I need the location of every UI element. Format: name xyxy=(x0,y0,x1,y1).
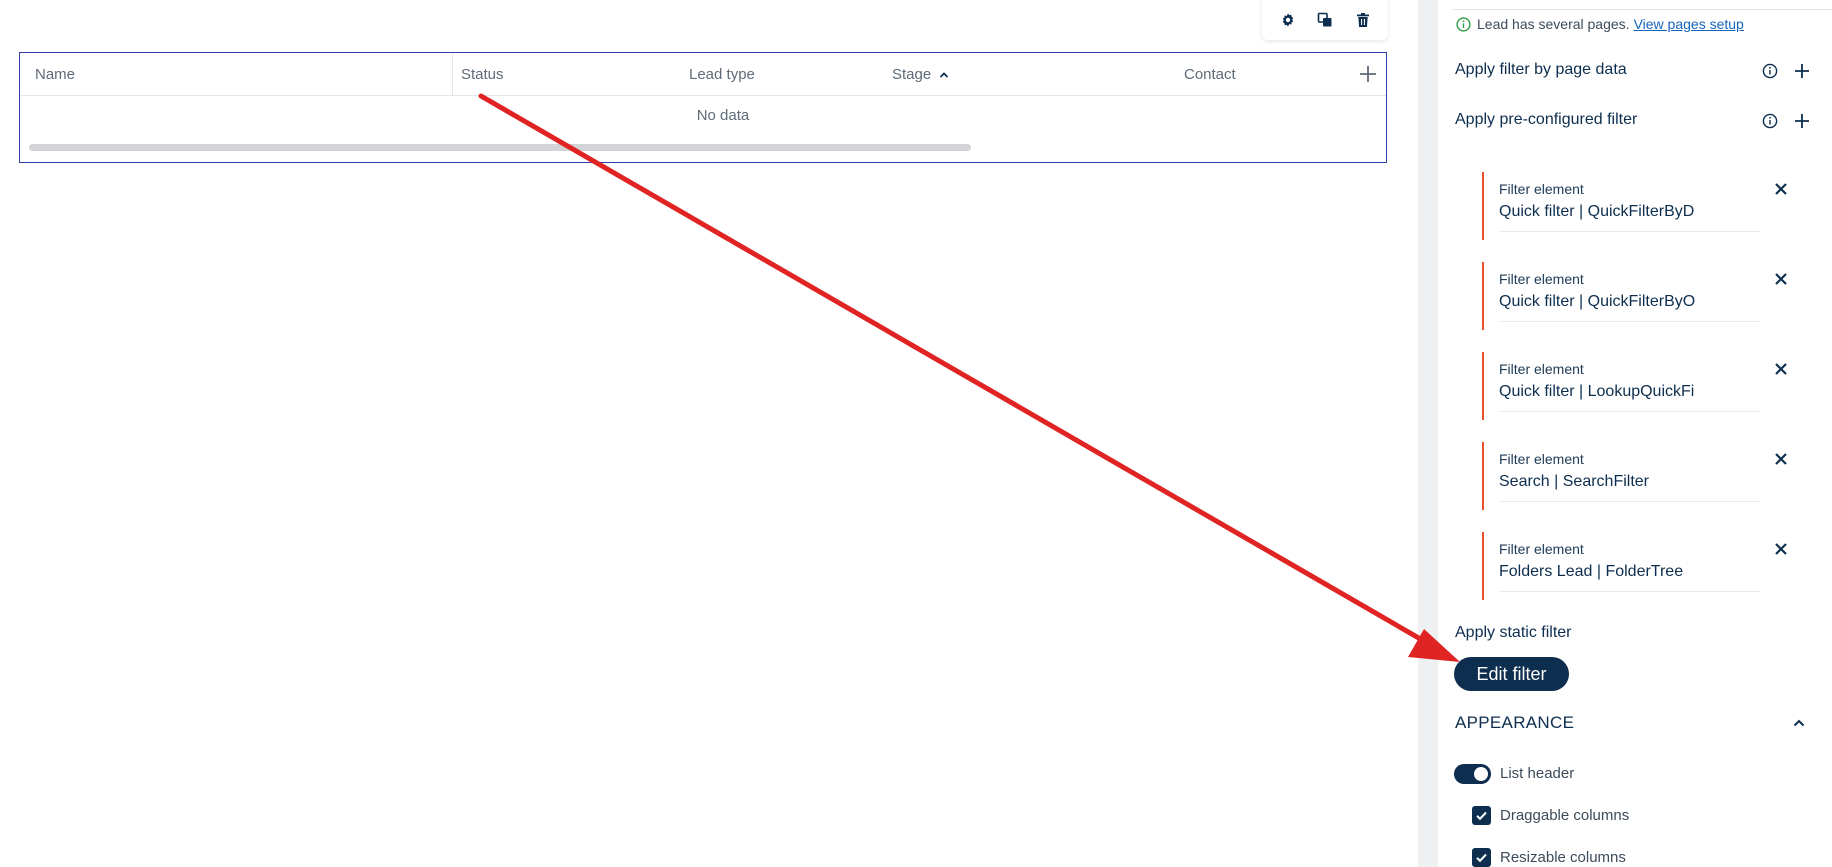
column-header-lead-type[interactable]: Lead type xyxy=(689,53,755,96)
info-icon[interactable] xyxy=(1760,61,1780,81)
horizontal-scrollbar[interactable] xyxy=(29,144,971,151)
filter-element-underline xyxy=(1499,321,1760,322)
filter-element-label: Filter element xyxy=(1499,361,1584,377)
filter-element-underline xyxy=(1499,591,1760,592)
list-grid[interactable]: Name Status Lead type Stage Contact No d… xyxy=(19,52,1387,163)
remove-filter-icon[interactable] xyxy=(1772,360,1790,378)
column-header-status[interactable]: Status xyxy=(461,53,504,96)
filter-element-accent xyxy=(1482,532,1484,600)
panel-top-divider xyxy=(1452,0,1832,10)
chevron-up-icon[interactable] xyxy=(1790,714,1808,732)
filter-element-item[interactable]: Filter element Quick filter | LookupQuic… xyxy=(1482,352,1822,420)
settings-panel: Lead has several pages. View pages setup… xyxy=(1438,0,1832,867)
add-preconfigured-filter-icon[interactable] xyxy=(1792,111,1812,131)
preconfigured-filter-label: Apply pre-configured filter xyxy=(1455,111,1638,128)
panel-divider xyxy=(1418,0,1438,867)
remove-filter-icon[interactable] xyxy=(1772,540,1790,558)
draggable-columns-label: Draggable columns xyxy=(1500,807,1630,824)
draggable-columns-checkbox[interactable] xyxy=(1472,806,1491,825)
edit-filter-button[interactable]: Edit filter xyxy=(1454,657,1569,691)
info-green-icon xyxy=(1456,16,1471,32)
toggle-knob xyxy=(1474,767,1488,781)
filter-element-accent xyxy=(1482,442,1484,510)
add-column-icon[interactable] xyxy=(1356,62,1380,86)
filter-element-underline xyxy=(1499,411,1760,412)
filter-by-page-data-actions xyxy=(1760,61,1812,81)
grid-header: Name Status Lead type Stage Contact xyxy=(20,53,1386,96)
filter-element-accent xyxy=(1482,172,1484,240)
list-header-label: List header xyxy=(1500,765,1575,782)
filter-element-accent xyxy=(1482,262,1484,330)
designer-canvas: Name Status Lead type Stage Contact No d… xyxy=(0,0,1418,867)
sort-ascending-icon xyxy=(939,54,949,97)
element-toolbar xyxy=(1262,0,1388,40)
copy-icon[interactable] xyxy=(1313,8,1337,32)
filter-element-item[interactable]: Filter element Folders Lead | FolderTree xyxy=(1482,532,1822,600)
appearance-section-title[interactable]: APPEARANCE xyxy=(1455,713,1574,733)
column-header-stage-label: Stage xyxy=(892,66,932,83)
column-header-stage[interactable]: Stage xyxy=(892,53,949,96)
filter-by-page-data-label: Apply filter by page data xyxy=(1455,61,1627,78)
remove-filter-icon[interactable] xyxy=(1772,450,1790,468)
column-header-contact[interactable]: Contact xyxy=(1184,53,1236,96)
remove-filter-icon[interactable] xyxy=(1772,270,1790,288)
filter-element-value: Quick filter | QuickFilterByO xyxy=(1499,293,1696,310)
filter-element-value: Quick filter | LookupQuickFi xyxy=(1499,383,1695,400)
filter-element-label: Filter element xyxy=(1499,451,1584,467)
empty-state-text: No data xyxy=(696,107,750,124)
filter-element-underline xyxy=(1499,501,1760,502)
resizable-columns-label: Resizable columns xyxy=(1500,849,1626,866)
filter-element-item[interactable]: Filter element Search | SearchFilter xyxy=(1482,442,1822,510)
static-filter-label: Apply static filter xyxy=(1455,624,1572,641)
filter-element-value: Search | SearchFilter xyxy=(1499,473,1649,490)
preconfigured-filter-actions xyxy=(1760,111,1812,131)
add-page-data-filter-icon[interactable] xyxy=(1792,61,1812,81)
list-header-toggle[interactable] xyxy=(1454,764,1491,784)
filter-element-label: Filter element xyxy=(1499,181,1584,197)
filter-element-item[interactable]: Filter element Quick filter | QuickFilte… xyxy=(1482,262,1822,330)
filter-element-underline xyxy=(1499,231,1760,232)
column-resize-handle[interactable] xyxy=(452,53,453,96)
view-pages-setup-link[interactable]: View pages setup xyxy=(1634,16,1744,32)
settings-icon[interactable] xyxy=(1276,8,1300,32)
info-icon[interactable] xyxy=(1760,111,1780,131)
trash-icon[interactable] xyxy=(1351,8,1375,32)
filter-element-label: Filter element xyxy=(1499,271,1584,287)
remove-filter-icon[interactable] xyxy=(1772,180,1790,198)
pages-notice-text: Lead has several pages. xyxy=(1477,16,1630,32)
resizable-columns-checkbox[interactable] xyxy=(1472,848,1491,867)
filter-element-value: Folders Lead | FolderTree xyxy=(1499,563,1684,580)
filter-element-accent xyxy=(1482,352,1484,420)
filter-element-item[interactable]: Filter element Quick filter | QuickFilte… xyxy=(1482,172,1822,240)
pages-notice: Lead has several pages. View pages setup xyxy=(1456,16,1744,32)
filter-element-label: Filter element xyxy=(1499,541,1584,557)
column-header-name[interactable]: Name xyxy=(35,53,75,96)
filter-element-value: Quick filter | QuickFilterByD xyxy=(1499,203,1695,220)
